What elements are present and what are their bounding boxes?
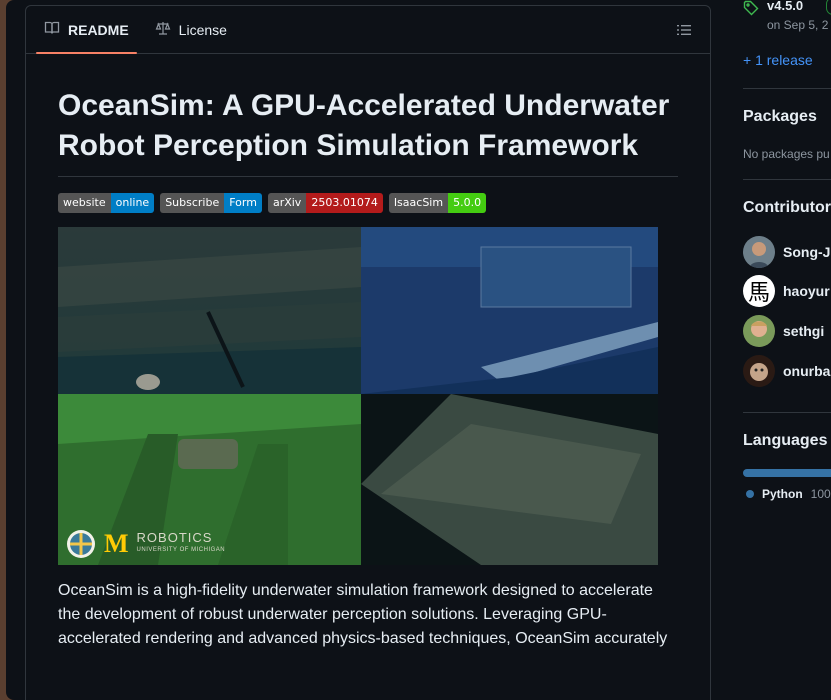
tab-readme[interactable]: README xyxy=(36,6,137,54)
divider xyxy=(743,88,831,89)
languages-heading: Languages xyxy=(743,432,828,449)
hero-image: M ROBOTICS UNIVERSITY OF MICHIGAN xyxy=(58,227,658,565)
avatar xyxy=(743,355,775,387)
contributor-onurba[interactable]: onurba xyxy=(743,355,830,387)
language-name: Python xyxy=(762,487,803,501)
readme-tabs: README License xyxy=(26,6,710,54)
contributors-heading[interactable]: Contributor xyxy=(743,199,831,217)
readme-title: OceanSim: A GPU-Accelerated Underwater R… xyxy=(58,86,678,177)
badge-label: Subscribe xyxy=(160,193,225,213)
michigan-m-logo: M xyxy=(104,529,129,558)
outline-list-icon[interactable] xyxy=(676,22,692,38)
render-pane-bottom-right xyxy=(361,394,658,565)
badge-value: 5.0.0 xyxy=(448,193,487,213)
avatar xyxy=(743,315,775,347)
contributor-song-j[interactable]: Song-J xyxy=(743,236,830,268)
badge-label: IsaacSim xyxy=(388,193,449,213)
robotics-title: ROBOTICS xyxy=(136,530,213,545)
contributor-name: Song-J xyxy=(783,244,831,260)
robotics-subtitle: UNIVERSITY OF MICHIGAN xyxy=(136,547,226,553)
divider xyxy=(743,179,831,180)
readme-description: OceanSim is a high-fidelity underwater s… xyxy=(58,582,668,647)
readme-panel: README License OceanSim: A GPU-Accelerat… xyxy=(25,5,711,700)
badge-subscribe[interactable]: Subscribe Form xyxy=(160,193,262,213)
latest-badge xyxy=(826,0,831,15)
lab-seal-icon xyxy=(67,530,95,558)
tag-icon xyxy=(743,0,759,16)
robotics-logo-text: ROBOTICS UNIVERSITY OF MICHIGAN xyxy=(136,530,226,556)
tab-readme-label: README xyxy=(68,21,129,38)
language-bar xyxy=(743,469,831,477)
badge-arxiv[interactable]: arXiv 2503.01074 xyxy=(267,193,383,213)
avatar xyxy=(743,236,775,268)
release-date: on Sep 5, 2 xyxy=(767,18,829,32)
more-releases-link[interactable]: + 1 release xyxy=(743,52,813,68)
repo-sidebar: v4.5.0 on Sep 5, 2 + 1 release Packages … xyxy=(743,0,831,700)
contributor-name: onurba xyxy=(783,363,831,379)
avatar: 馬 xyxy=(743,275,775,307)
render-pane-top-right xyxy=(361,227,658,394)
language-percent: 100 xyxy=(810,487,831,501)
badge-value: Form xyxy=(224,193,262,213)
badge-isaacsim[interactable]: IsaacSim 5.0.0 xyxy=(388,193,487,213)
tab-license[interactable]: License xyxy=(147,6,235,53)
contributor-sethgi[interactable]: sethgi xyxy=(743,315,824,347)
badge-value: online xyxy=(110,193,155,213)
app-window: README License OceanSim: A GPU-Accelerat… xyxy=(6,0,831,700)
badge-label: arXiv xyxy=(267,193,307,213)
badge-row: website online Subscribe Form arXiv 2503… xyxy=(58,193,678,213)
packages-heading[interactable]: Packages xyxy=(743,108,817,126)
badge-value: 2503.01074 xyxy=(306,193,383,213)
divider xyxy=(743,412,831,413)
badge-website[interactable]: website online xyxy=(58,193,155,213)
language-item-python[interactable]: Python 100 xyxy=(746,487,831,501)
hero-logos: M ROBOTICS UNIVERSITY OF MICHIGAN xyxy=(66,529,225,559)
scale-icon xyxy=(155,20,171,39)
release-version[interactable]: v4.5.0 xyxy=(767,0,803,13)
render-pane-top-left xyxy=(58,227,361,394)
packages-empty-text: No packages pu xyxy=(743,147,830,161)
tab-license-label: License xyxy=(178,21,227,38)
contributor-name: sethgi xyxy=(783,323,825,339)
contributor-haoyur[interactable]: 馬 haoyur xyxy=(743,275,830,307)
book-icon xyxy=(44,20,60,39)
language-color-dot xyxy=(746,490,754,498)
contributor-name: haoyur xyxy=(783,283,830,299)
badge-label: website xyxy=(58,193,111,213)
